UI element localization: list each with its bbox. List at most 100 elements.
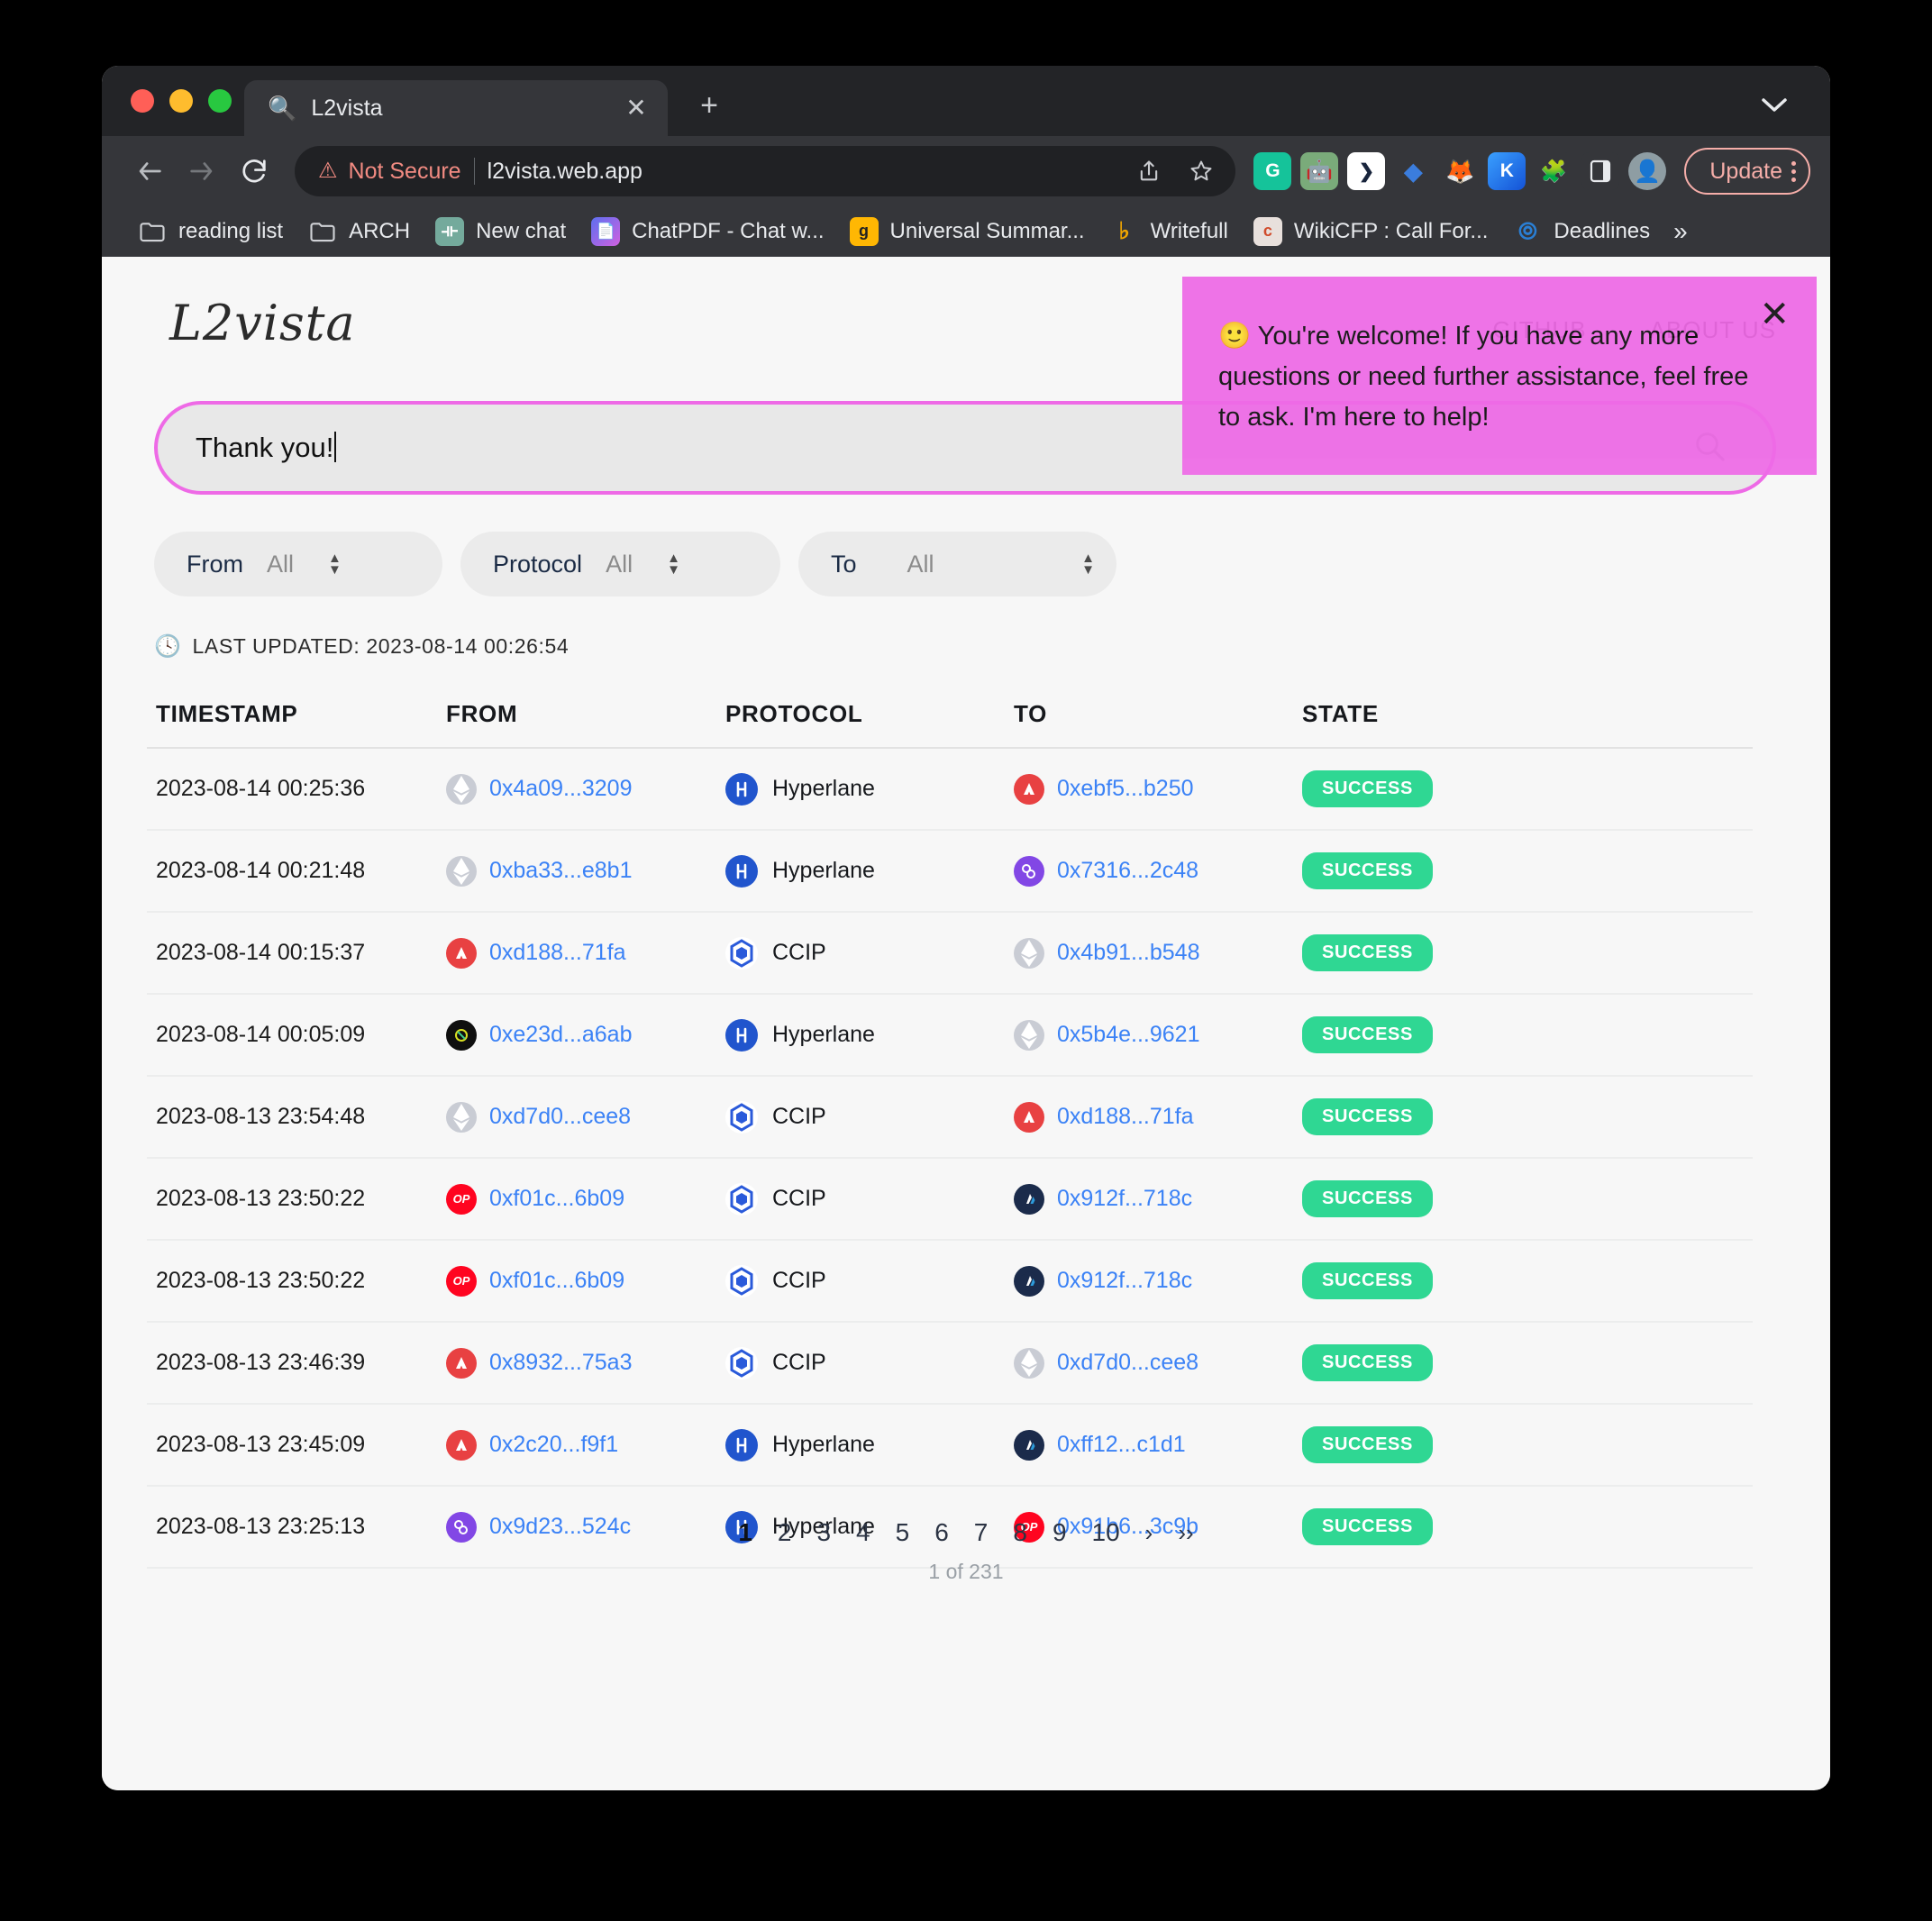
grammarly-extension-icon[interactable]: G: [1253, 152, 1292, 190]
table-row[interactable]: 2023-08-13 23:45:09 0x2c20...f9f1 Hyperlan…: [147, 1405, 1753, 1487]
new-tab-button[interactable]: +: [691, 87, 727, 123]
cell-from: 0xd188...71fa: [446, 937, 725, 969]
page-link-4[interactable]: 4: [856, 1518, 870, 1547]
page-link-3[interactable]: 3: [816, 1518, 831, 1547]
to-address-link[interactable]: 0xd7d0...cee8: [1057, 1350, 1198, 1376]
from-address-link[interactable]: 0xe23d...a6ab: [489, 1022, 632, 1048]
side-panel-icon[interactable]: [1581, 152, 1620, 190]
protocol-label: CCIP: [772, 940, 826, 965]
table-row[interactable]: 2023-08-14 00:05:09 0xe23d...a6ab Hyperlan…: [147, 995, 1753, 1077]
chevron-down-icon[interactable]: [1758, 89, 1791, 122]
cell-timestamp: 2023-08-13 23:46:39: [156, 1350, 366, 1375]
profile-avatar[interactable]: 👤: [1628, 152, 1667, 190]
close-window-button[interactable]: [131, 89, 154, 113]
chatbot-extension-icon[interactable]: 🤖: [1300, 152, 1339, 190]
filter-to[interactable]: To All ▲ ▼: [798, 532, 1116, 596]
table-row[interactable]: 2023-08-13 23:46:39 0x8932...75a3 CCIP 0xd7…: [147, 1323, 1753, 1405]
to-address-link[interactable]: 0xd188...71fa: [1057, 1104, 1194, 1130]
to-address-link[interactable]: 0x7316...2c48: [1057, 858, 1198, 884]
browser-window: 🔍 L2vista ✕ + ⚠ Not Secure l2vista.web.a…: [102, 66, 1830, 1790]
page-link-7[interactable]: 7: [974, 1518, 989, 1547]
browser-tab-l2vista[interactable]: 🔍 L2vista ✕: [244, 80, 668, 136]
back-button[interactable]: [125, 147, 174, 196]
hyperlane-icon: [725, 1428, 758, 1461]
cell-protocol: Hyperlane: [725, 772, 1014, 806]
page-link-10[interactable]: 10: [1092, 1518, 1120, 1547]
cell-timestamp: 2023-08-14 00:05:09: [156, 1022, 366, 1047]
to-address-link[interactable]: 0x5b4e...9621: [1057, 1022, 1199, 1048]
openai-icon: ⟛: [435, 216, 465, 246]
bookmark-label: Writefull: [1150, 218, 1228, 243]
close-icon[interactable]: ✕: [621, 93, 652, 123]
puzzle-extensions-icon[interactable]: 🧩: [1535, 152, 1573, 190]
table-row[interactable]: 2023-08-14 00:15:37 0xd188...71fa CCIP 0x4b…: [147, 913, 1753, 995]
diamond-extension-icon[interactable]: ◆: [1394, 152, 1433, 190]
table-row[interactable]: 2023-08-13 23:54:48 0xd7d0...cee8 CCIP 0xd1…: [147, 1077, 1753, 1159]
metamask-extension-icon[interactable]: 🦊: [1441, 152, 1480, 190]
bookmark-writefull[interactable]: ♭ Writefull: [1098, 212, 1241, 251]
close-icon[interactable]: ✕: [1759, 296, 1790, 332]
filter-label: Protocol: [493, 550, 583, 578]
filter-from[interactable]: From All ▲ ▼: [154, 532, 442, 596]
bookmark-reading-list[interactable]: reading list: [125, 212, 296, 251]
cell-protocol: CCIP: [725, 936, 1014, 970]
bookmark-wikicfp[interactable]: c WikiCFP : Call For...: [1241, 212, 1501, 251]
forward-button[interactable]: [178, 147, 226, 196]
bookmarks-overflow-button[interactable]: »: [1663, 214, 1699, 250]
bookmark-new-chat[interactable]: ⟛ New chat: [423, 212, 579, 251]
cell-state: SUCCESS: [1302, 1016, 1744, 1053]
maximize-window-button[interactable]: [208, 89, 232, 113]
share-icon[interactable]: [1129, 151, 1169, 191]
to-address-link[interactable]: 0xff12...c1d1: [1057, 1432, 1186, 1458]
from-address-link[interactable]: 0xf01c...6b09: [489, 1268, 624, 1294]
table-row[interactable]: 2023-08-13 23:50:22 OP 0xf01c...6b09 CCIP 0x…: [147, 1159, 1753, 1241]
bookmark-universal-summarizer[interactable]: g Universal Summar...: [837, 212, 1098, 251]
from-address-link[interactable]: 0x4a09...3209: [489, 776, 632, 802]
not-secure-indicator[interactable]: ⚠ Not Secure: [318, 159, 461, 185]
bookmark-star-icon[interactable]: [1181, 151, 1221, 191]
from-address-cell: 0xd7d0...cee8: [446, 1101, 725, 1133]
page-link-1[interactable]: 1: [738, 1518, 752, 1547]
cell-protocol: CCIP: [725, 1182, 1014, 1215]
bookmark-label: ChatPDF - Chat w...: [632, 218, 825, 243]
from-address-link[interactable]: 0x2c20...f9f1: [489, 1432, 618, 1458]
to-address-cell: 0xebf5...b250: [1014, 773, 1302, 805]
ethereum-chain-icon: [1014, 1019, 1044, 1051]
minimize-window-button[interactable]: [169, 89, 193, 113]
from-address-link[interactable]: 0x8932...75a3: [489, 1350, 632, 1376]
page-link-5[interactable]: 5: [896, 1518, 910, 1547]
page-link-9[interactable]: 9: [1053, 1518, 1067, 1547]
filter-protocol[interactable]: Protocol All ▲ ▼: [460, 532, 780, 596]
last-page-button[interactable]: ››: [1178, 1519, 1193, 1547]
update-button[interactable]: Update: [1684, 148, 1810, 195]
from-address-link[interactable]: 0xba33...e8b1: [489, 858, 632, 884]
browser-menu-icon[interactable]: [1791, 160, 1796, 182]
scribe-extension-icon[interactable]: ❯: [1347, 152, 1386, 190]
to-address-link[interactable]: 0xebf5...b250: [1057, 776, 1194, 802]
table-row[interactable]: 2023-08-13 23:50:22 OP 0xf01c...6b09 CCIP 0x…: [147, 1241, 1753, 1323]
from-address-link[interactable]: 0xd7d0...cee8: [489, 1104, 631, 1130]
address-bar[interactable]: ⚠ Not Secure l2vista.web.app: [295, 146, 1236, 196]
page-link-2[interactable]: 2: [778, 1518, 792, 1547]
bookmark-chatpdf[interactable]: 📄 ChatPDF - Chat w...: [579, 212, 836, 251]
from-address-link[interactable]: 0xd188...71fa: [489, 940, 626, 966]
bookmark-label: New chat: [476, 218, 567, 243]
filter-bar: From All ▲ ▼ Protocol All ▲ ▼ To All ▲ ▼: [154, 532, 1116, 596]
bookmark-arch[interactable]: ARCH: [296, 212, 423, 251]
bookmark-deadlines[interactable]: ⦾ Deadlines: [1500, 212, 1663, 251]
cell-from: 0xd7d0...cee8: [446, 1101, 725, 1133]
page-link-8[interactable]: 8: [1013, 1518, 1027, 1547]
to-address-cell: 0x912f...718c: [1014, 1183, 1302, 1215]
table-row[interactable]: 2023-08-14 00:25:36 0x4a09...3209 Hyperlan…: [147, 749, 1753, 831]
kaggle-extension-icon[interactable]: K: [1488, 152, 1526, 190]
to-address-link[interactable]: 0x912f...718c: [1057, 1268, 1192, 1294]
cell-timestamp: 2023-08-13 23:50:22: [156, 1268, 366, 1293]
table-row[interactable]: 2023-08-14 00:21:48 0xba33...e8b1 Hyperlan…: [147, 831, 1753, 913]
reload-button[interactable]: [230, 147, 278, 196]
page-link-6[interactable]: 6: [934, 1518, 949, 1547]
next-page-button[interactable]: ›: [1145, 1519, 1153, 1547]
ccip-icon: [725, 1264, 758, 1297]
from-address-link[interactable]: 0xf01c...6b09: [489, 1186, 624, 1212]
to-address-link[interactable]: 0x4b91...b548: [1057, 940, 1199, 966]
to-address-link[interactable]: 0x912f...718c: [1057, 1186, 1192, 1212]
